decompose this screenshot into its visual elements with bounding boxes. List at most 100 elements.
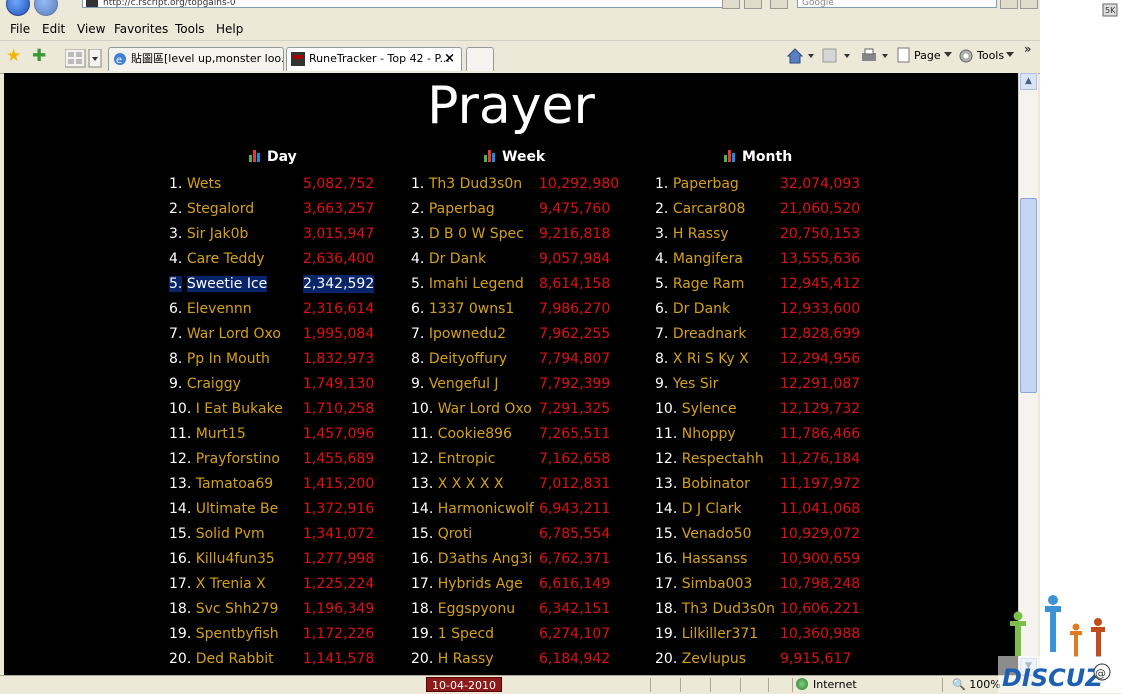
address-input[interactable]: http://c.rscript.org/topgains-0 [82, 0, 738, 8]
player-name-link[interactable]: Lilkiller371 [682, 626, 758, 642]
player-name-link[interactable]: Qroti [438, 526, 472, 542]
player-name-link[interactable]: D J Clark [682, 501, 742, 517]
player-name-link[interactable]: Sir Jak0b [187, 226, 249, 242]
player-name-link[interactable]: Rage Ram [673, 276, 745, 292]
chevron-more-icon[interactable]: » [1024, 42, 1031, 56]
player-name-link[interactable]: Dreadnark [673, 326, 747, 342]
player-name-link[interactable]: D3aths Ang3i [438, 551, 533, 567]
zoom-level[interactable]: 🔍 100% [952, 678, 1001, 691]
player-name-link[interactable]: X Trenia X [196, 576, 266, 592]
new-tab-button[interactable] [466, 47, 494, 71]
leaderboard-row: 17. Hybrids Age 6,616,149 [411, 575, 629, 593]
player-name-link[interactable]: Svc Shh279 [196, 601, 279, 617]
tools-dropdown-icon[interactable] [1006, 52, 1014, 58]
search-input[interactable]: Google [797, 0, 997, 8]
player-name-link[interactable]: Deityoffury [429, 351, 507, 367]
player-name-link[interactable]: Dr Dank [429, 251, 486, 267]
player-name-link[interactable]: Killu4fun35 [196, 551, 275, 567]
player-name-link[interactable]: Nhoppy [682, 426, 736, 442]
page-menu[interactable]: Page [914, 49, 941, 62]
tab-forum[interactable]: e 貼圖區[level up,monster loo... [108, 47, 284, 71]
back-icon[interactable] [6, 0, 30, 16]
player-name-link[interactable]: Eggspyonu [438, 601, 515, 617]
player-name-link[interactable]: Spentbyfish [196, 626, 279, 642]
page-dropdown-icon[interactable] [944, 52, 952, 58]
player-name-link[interactable]: Carcar808 [673, 201, 746, 217]
player-name-link[interactable]: Cookie896 [438, 426, 512, 442]
player-name-link[interactable]: 1 Specd [438, 626, 494, 642]
menu-view[interactable]: View [77, 22, 105, 36]
player-name-link[interactable]: Hassanss [682, 551, 748, 567]
player-name-link[interactable]: Tamatoa69 [196, 476, 273, 492]
add-favorite-icon[interactable]: ✚ [32, 47, 46, 65]
menu-edit[interactable]: Edit [42, 22, 65, 36]
player-name-link[interactable]: Dr Dank [673, 301, 730, 317]
player-name-link[interactable]: X Ri S Ky X [673, 351, 749, 367]
player-name-link[interactable]: Care Teddy [187, 251, 265, 267]
refresh-icon[interactable] [744, 0, 762, 9]
player-name-link[interactable]: Paperbag [429, 201, 495, 217]
favorites-star-icon[interactable]: ★ [6, 47, 21, 65]
player-name-link[interactable]: Zevlupus [682, 651, 746, 667]
player-name-link[interactable]: Venado50 [682, 526, 752, 542]
rank-number: 13. [169, 476, 192, 492]
player-name-link[interactable]: 1337 0wns1 [429, 301, 515, 317]
player-name-link[interactable]: Ded Rabbit [196, 651, 274, 667]
player-name-link[interactable]: Solid Pvm [196, 526, 265, 542]
print-icon[interactable] [860, 47, 894, 65]
player-name-link[interactable]: Ultimate Be [196, 501, 279, 517]
player-name-link[interactable]: D B 0 W Spec [429, 226, 524, 242]
player-name-link[interactable]: Th3 Dud3s0n [682, 601, 775, 617]
player-name-link[interactable]: Wets [187, 176, 221, 192]
player-name-link[interactable]: Respectahh [682, 451, 764, 467]
player-name-link[interactable]: Harmonicwolf [438, 501, 534, 517]
player-name-link[interactable]: I Eat Bukake [196, 401, 283, 417]
stop-icon[interactable] [770, 0, 788, 9]
player-name-link[interactable]: Vengeful J [429, 376, 499, 392]
column-header-day[interactable]: Day [249, 149, 297, 165]
player-name-link[interactable]: Simba003 [682, 576, 753, 592]
tools-menu[interactable]: Tools [977, 49, 1004, 62]
player-name-link[interactable]: Yes Sir [673, 376, 719, 392]
menu-tools[interactable]: Tools [175, 22, 205, 36]
player-name-link[interactable]: Entropic [438, 451, 496, 467]
player-name-link[interactable]: Stegalord [187, 201, 254, 217]
player-name-link[interactable]: Murt15 [196, 426, 246, 442]
column-header-month[interactable]: Month [724, 149, 792, 165]
player-name-link[interactable]: War Lord Oxo [187, 326, 281, 342]
feeds-icon[interactable] [822, 48, 856, 64]
player-name-link[interactable]: War Lord Oxo [438, 401, 532, 417]
tab-runetracker[interactable]: RuneTracker - Top 42 - P... × [286, 47, 462, 71]
address-dropdown-icon[interactable] [722, 0, 740, 9]
forward-icon[interactable] [34, 0, 58, 16]
player-name-link[interactable]: Imahi Legend [429, 276, 524, 292]
player-name-link[interactable]: Mangifera [673, 251, 743, 267]
player-name-link[interactable]: X X X X X [438, 476, 504, 492]
search-options-icon[interactable] [1020, 0, 1038, 9]
menu-favorites[interactable]: Favorites [114, 22, 168, 36]
player-name-link[interactable]: H Rassy [438, 651, 494, 667]
scroll-up-icon[interactable]: ▲ [1020, 73, 1037, 90]
player-name-link[interactable]: Hybrids Age [438, 576, 523, 592]
player-name-link[interactable]: H Rassy [673, 226, 729, 242]
player-name-link[interactable]: Paperbag [673, 176, 739, 192]
menu-help[interactable]: Help [216, 22, 243, 36]
menu-file[interactable]: File [10, 22, 30, 36]
close-tab-icon[interactable]: × [444, 48, 455, 70]
home-icon[interactable] [786, 47, 826, 65]
player-name-link[interactable]: Th3 Dud3s0n [429, 176, 522, 192]
player-name-link[interactable]: Ipownedu2 [429, 326, 506, 342]
player-name-link[interactable]: Craiggy [187, 376, 241, 392]
vertical-scrollbar[interactable]: ▲ ▼ [1018, 73, 1038, 675]
player-name-link[interactable]: Sweetie Ice [186, 276, 268, 292]
player-name-link[interactable]: Prayforstino [196, 451, 280, 467]
quick-tabs-icon[interactable] [65, 49, 103, 69]
column-header-week[interactable]: Week [484, 149, 545, 165]
scrollbar-thumb[interactable] [1020, 198, 1037, 393]
player-name-link[interactable]: Sylence [682, 401, 737, 417]
security-zone[interactable]: Internet [796, 678, 857, 691]
player-name-link[interactable]: Bobinator [682, 476, 750, 492]
player-name-link[interactable]: Pp In Mouth [187, 351, 270, 367]
player-name-link[interactable]: Elevennn [187, 301, 252, 317]
search-icon[interactable] [1000, 0, 1018, 9]
